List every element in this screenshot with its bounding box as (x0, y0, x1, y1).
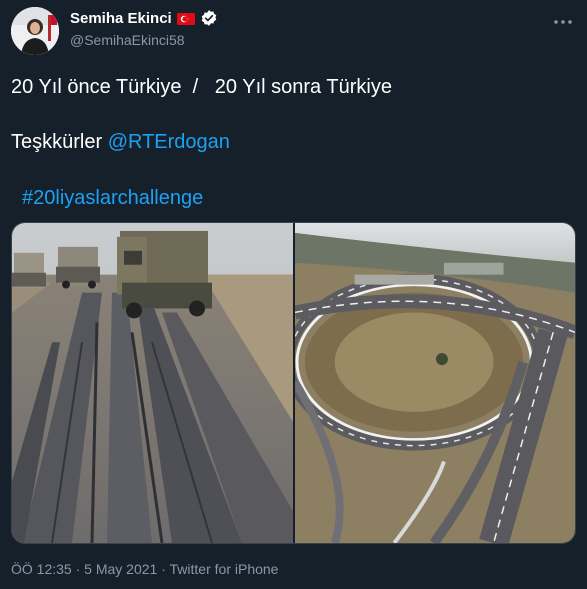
tweet-text-line-2: Teşkkürler @RTErdogan (11, 131, 230, 154)
turkey-flag-icon (176, 12, 195, 25)
avatar[interactable] (11, 7, 59, 55)
thanks-text: Teşkkürler (11, 131, 108, 153)
mention-link[interactable]: @RTErdogan (108, 131, 230, 153)
display-name[interactable]: Semiha Ekinci (70, 10, 172, 27)
tweet-text-line-1: 20 Yıl önce Türkiye / 20 Yıl sonra Türki… (11, 76, 392, 98)
name-row: Semiha Ekinci (70, 9, 218, 27)
more-options-icon[interactable] (553, 14, 573, 24)
user-handle[interactable]: @SemihaEkinci58 (70, 32, 185, 48)
hashtag-link[interactable]: #20liyaslarchallenge (22, 187, 203, 210)
tweet-card: Semiha Ekinci @SemihaEkinci58 20 Yıl önc… (0, 0, 587, 589)
meta-separator: · (157, 561, 170, 577)
tweet-date[interactable]: 5 May 2021 (84, 561, 157, 577)
media-photo-after[interactable] (293, 223, 575, 543)
media-grid (11, 222, 576, 544)
tweet-meta: ÖÖ 12:35 · 5 May 2021 · Twitter for iPho… (11, 561, 278, 577)
tweet-time[interactable]: ÖÖ 12:35 (11, 561, 72, 577)
verified-badge-icon (200, 9, 218, 27)
tweet-source[interactable]: Twitter for iPhone (170, 561, 279, 577)
meta-separator: · (71, 561, 85, 577)
media-photo-before[interactable] (12, 223, 293, 543)
